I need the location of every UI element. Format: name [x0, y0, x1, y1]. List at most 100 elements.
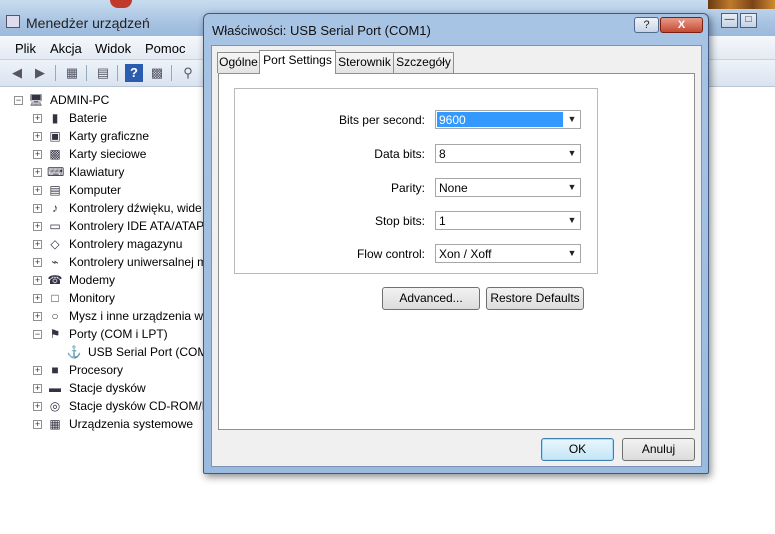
device-manager-app-icon — [6, 15, 20, 28]
ok-button[interactable]: OK — [541, 438, 614, 461]
display-adapter-icon: ▣ — [49, 129, 61, 143]
tree-item[interactable]: + □ Monitory — [0, 290, 203, 308]
tree-item-label: Stacje dysków — [69, 381, 146, 395]
tree-item[interactable]: + ◎ Stacje dysków CD-ROM/D — [0, 398, 210, 416]
expand-icon[interactable]: + — [33, 366, 42, 375]
menu-help[interactable]: Pomoc — [145, 41, 185, 56]
parity-select[interactable]: None ▼ — [435, 178, 581, 197]
system-device-icon: ▦ — [49, 417, 61, 431]
modem-icon: ☎ — [47, 273, 63, 287]
expand-icon[interactable]: + — [33, 168, 42, 177]
expand-icon[interactable]: + — [33, 240, 42, 249]
expand-icon[interactable]: + — [33, 204, 42, 213]
tree-item-label: Procesory — [69, 363, 124, 377]
port-settings-group: Bits per second: 9600 ▼ Data bits: 8 ▼ P… — [234, 88, 598, 274]
collapse-icon[interactable]: − — [14, 96, 23, 105]
tree-item[interactable]: + ○ Mysz i inne urządzenia ws — [0, 308, 209, 326]
tree-item-label: Stacje dysków CD-ROM/D — [69, 399, 211, 413]
flow-control-value: Xon / Xoff — [439, 247, 492, 261]
advanced-button[interactable]: Advanced... — [382, 287, 480, 310]
tree-child-item[interactable]: ⚓ USB Serial Port (COM1 — [0, 344, 215, 362]
tab-details[interactable]: Szczegóły — [393, 52, 454, 73]
expand-icon[interactable]: + — [33, 258, 42, 267]
expand-icon[interactable]: + — [33, 186, 42, 195]
serial-port-icon: ⚓ — [66, 345, 82, 359]
tree-item[interactable]: + ☎ Modemy — [0, 272, 203, 290]
forward-arrow-icon[interactable]: ▶ — [31, 64, 49, 82]
keyboard-icon: ⌨ — [47, 165, 65, 179]
cancel-button[interactable]: Anuluj — [622, 438, 695, 461]
menu-view[interactable]: Widok — [95, 41, 131, 56]
chevron-down-icon[interactable]: ▼ — [564, 111, 580, 128]
data-bits-label: Data bits: — [374, 147, 425, 161]
processor-icon: ■ — [51, 363, 59, 377]
maximize-icon[interactable]: □ — [740, 13, 757, 28]
expand-icon[interactable]: + — [33, 312, 42, 321]
restore-defaults-button[interactable]: Restore Defaults — [486, 287, 584, 310]
close-icon[interactable]: X — [660, 17, 703, 33]
chevron-down-icon[interactable]: ▼ — [564, 179, 580, 196]
tree-item[interactable]: + ▭ Kontrolery IDE ATA/ATAP — [0, 218, 204, 236]
mouse-icon: ○ — [51, 309, 59, 323]
expand-icon[interactable]: + — [33, 132, 42, 141]
chevron-down-icon[interactable]: ▼ — [564, 212, 580, 229]
tree-item[interactable]: + ⌁ Kontrolery uniwersalnej m — [0, 254, 207, 272]
tree-item[interactable]: − ⚑ Porty (COM i LPT) — [0, 326, 203, 344]
tree-item-label: Komputer — [69, 183, 122, 197]
tree-item[interactable]: + ♪ Kontrolery dźwięku, wide — [0, 200, 203, 218]
expand-icon[interactable]: + — [33, 276, 42, 285]
help-button[interactable]: ? — [634, 17, 659, 33]
expand-icon[interactable]: + — [33, 150, 42, 159]
menu-action[interactable]: Akcja — [50, 41, 82, 56]
minimize-icon[interactable]: — — [721, 13, 738, 28]
tree-item-label: Modemy — [69, 273, 116, 287]
tree-item[interactable]: + ■ Procesory — [0, 362, 203, 380]
cdrom-icon: ◎ — [49, 399, 61, 413]
chevron-down-icon[interactable]: ▼ — [564, 145, 580, 162]
tree-item-label: Klawiatury — [69, 165, 125, 179]
back-arrow-icon[interactable]: ◀ — [8, 64, 26, 82]
flow-control-select[interactable]: Xon / Xoff ▼ — [435, 244, 581, 263]
help-icon[interactable]: ? — [125, 64, 143, 82]
tree-item-label: Porty (COM i LPT) — [69, 327, 168, 341]
properties-icon[interactable]: ▤ — [94, 64, 112, 82]
expand-icon[interactable]: + — [33, 114, 42, 123]
parity-value: None — [439, 181, 468, 195]
desktop-wallpaper-fragment — [708, 0, 775, 9]
expand-icon[interactable]: + — [33, 402, 42, 411]
menu-file[interactable]: Plik — [15, 41, 36, 56]
collapse-icon[interactable]: − — [33, 330, 42, 339]
tree-item[interactable]: + ▣ Karty graficzne — [0, 128, 203, 146]
tree-item[interactable]: + ▦ Urządzenia systemowe — [0, 416, 203, 434]
bits-per-second-select[interactable]: 9600 ▼ — [435, 110, 581, 129]
tab-driver[interactable]: Sterownik — [335, 52, 394, 73]
show-hide-console-tree-icon[interactable]: ▦ — [63, 64, 81, 82]
view-icon[interactable]: ▩ — [148, 64, 166, 82]
expand-icon[interactable]: + — [33, 420, 42, 429]
tree-item-label: Monitory — [69, 291, 116, 305]
tree-item[interactable]: + ▤ Komputer — [0, 182, 203, 200]
expand-icon[interactable]: + — [33, 294, 42, 303]
tree-item[interactable]: + ▬ Stacje dysków — [0, 380, 203, 398]
expand-icon[interactable]: + — [33, 384, 42, 393]
expand-icon[interactable]: + — [33, 222, 42, 231]
chevron-down-icon[interactable]: ▼ — [564, 245, 580, 262]
bits-per-second-label: Bits per second: — [338, 113, 425, 127]
stop-bits-select[interactable]: 1 ▼ — [435, 211, 581, 230]
bits-per-second-value: 9600 — [437, 112, 563, 127]
tree-item[interactable]: + ◇ Kontrolery magazynu — [0, 236, 203, 254]
tree-item-label: Karty sieciowe — [69, 147, 147, 161]
tree-item-label: Kontrolery dźwięku, wide — [69, 201, 202, 215]
tab-general[interactable]: Ogólne — [217, 52, 260, 73]
tree-item[interactable]: + ▮ Baterie — [0, 110, 203, 128]
scan-hardware-icon[interactable]: ⚲ — [179, 64, 197, 82]
tree-item[interactable]: + ⌨ Klawiatury — [0, 164, 203, 182]
tree-item[interactable]: + ▩ Karty sieciowe — [0, 146, 203, 164]
network-adapter-icon: ▩ — [49, 147, 61, 161]
tree-item-label: Kontrolery magazynu — [69, 237, 183, 251]
tree-root[interactable]: − 🖥 ADMIN-PC — [14, 92, 154, 110]
data-bits-select[interactable]: 8 ▼ — [435, 144, 581, 163]
tab-port-settings[interactable]: Port Settings — [259, 50, 336, 74]
storage-controller-icon: ◇ — [50, 237, 60, 251]
toolbar-separator — [86, 65, 87, 81]
